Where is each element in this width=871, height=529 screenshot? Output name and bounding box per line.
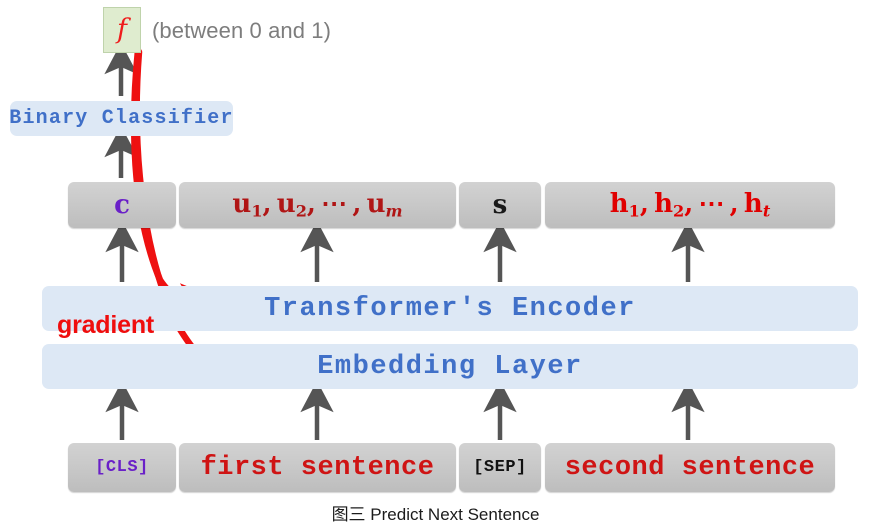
embedding-layer: Embedding Layer: [42, 344, 858, 389]
gradient-arrow-to-encoder: [130, 46, 215, 317]
figure-caption: 图三 Predict Next Sentence: [331, 505, 540, 524]
output-range-note: (between 0 and 1): [152, 18, 332, 43]
output-symbol-f: f: [117, 13, 127, 45]
input-label-sep: [SEP]: [473, 458, 527, 477]
input-box-sep: [SEP]: [459, 443, 541, 492]
input-box-first-sentence: first sentence: [179, 443, 456, 492]
figure-canvas: f (between 0 and 1) Binary Classifier c …: [0, 0, 871, 529]
output-box-s: s: [459, 182, 541, 228]
input-label-first-sentence: first sentence: [200, 452, 435, 483]
output-label-u: u1, u2, ⋯ , um: [232, 188, 403, 221]
input-label-second-sentence: second sentence: [564, 452, 816, 483]
output-box-u: u1, u2, ⋯ , um: [179, 182, 456, 228]
binary-classifier-layer: Binary Classifier: [9, 101, 233, 136]
output-label-h: h1, h2, ⋯ , ht: [609, 188, 771, 221]
input-box-cls: [CLS]: [68, 443, 176, 492]
output-label-s: s: [492, 190, 508, 220]
gradient-label: gradient: [57, 311, 155, 339]
output-box-c: c: [68, 182, 176, 228]
input-label-cls: [CLS]: [95, 458, 149, 477]
input-box-second-sentence: second sentence: [545, 443, 835, 492]
transformer-encoder-layer: Transformer's Encoder: [42, 286, 858, 331]
output-probability-box: f: [103, 7, 141, 53]
output-label-c: c: [114, 190, 130, 220]
output-box-h: h1, h2, ⋯ , ht: [545, 182, 835, 228]
